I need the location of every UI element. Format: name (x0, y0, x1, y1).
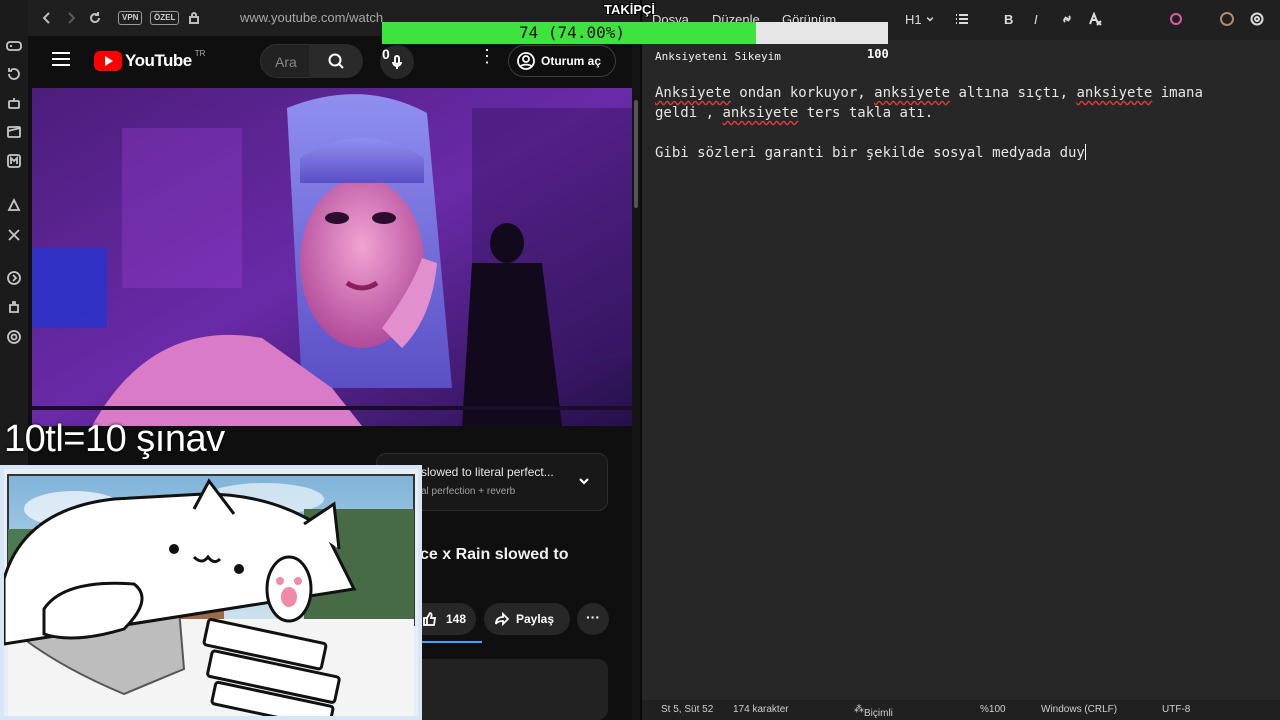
text-run: imana (1152, 85, 1203, 101)
video-player[interactable] (32, 88, 632, 426)
wallet-icon[interactable] (4, 122, 24, 142)
text-caret (1084, 144, 1086, 160)
forward-icon[interactable] (62, 9, 80, 27)
text-run: Gibi sözleri garanti bir şekilde sosyal … (655, 145, 1085, 161)
search-icon (328, 53, 344, 69)
bold-icon[interactable]: B (1004, 10, 1013, 28)
active-indicator (420, 641, 482, 643)
screen: VPN ÖZEL www.youtube.com/watch YouTube T… (0, 0, 1280, 720)
list-icon[interactable] (955, 10, 969, 28)
document-body[interactable]: Anksiyeteni Sikeyim Anksiyete ondan kork… (655, 50, 1255, 163)
mic-overlay-count: 0 (382, 46, 390, 62)
document-line-2: geldi , anksiyete ters takla atı. (655, 103, 1255, 123)
notepad-window: Dosya Düzenle Görünüm H1 B I Anksiyeteni… (642, 0, 1280, 720)
share-button[interactable]: Paylaş (484, 603, 570, 635)
private-badge[interactable]: ÖZEL (150, 11, 180, 25)
more-options-icon[interactable]: ⋮ (478, 47, 496, 65)
text-run: ters takla atı. (798, 105, 934, 121)
clear-format-icon[interactable] (1088, 10, 1102, 28)
more-actions-button[interactable]: ··· (577, 603, 609, 635)
playlist-subtitle: al perfection + reverb (421, 486, 516, 497)
text-run: geldi , (655, 105, 723, 121)
back-icon[interactable] (38, 9, 56, 27)
search-input[interactable]: Ara (275, 54, 297, 70)
region-code: TR (194, 48, 206, 58)
description-card[interactable] (400, 659, 608, 720)
follower-goal-value: 100 (867, 47, 889, 61)
lock-icon (185, 9, 203, 27)
settings-icon[interactable] (4, 327, 24, 347)
italic-icon[interactable]: I (1034, 10, 1038, 28)
account-icon (517, 52, 535, 70)
format-label: Biçimli (864, 708, 893, 719)
editor-statusbar: St 5, Süt 52 174 karakter ⁂ Biçimli %100… (642, 700, 1280, 720)
history-icon[interactable] (4, 64, 24, 84)
playlist-title: slowed to literal perfect... (421, 465, 554, 479)
triangle-app-icon[interactable] (4, 195, 24, 215)
heading-label: H1 (905, 11, 922, 27)
encoding[interactable]: UTF-8 (1162, 704, 1190, 715)
video-frame-illustration (32, 88, 632, 426)
youtube-logo[interactable]: YouTube TR (94, 48, 206, 71)
bongo-cat-illustration (4, 474, 415, 716)
bongo-cat-overlay (0, 465, 422, 720)
signin-button[interactable]: Oturum aç (508, 45, 616, 77)
document-title: Anksiyeteni Sikeyim (655, 50, 781, 63)
like-count: 148 (446, 612, 467, 626)
share-icon (495, 611, 510, 627)
misspelled-word: anksiyete (722, 105, 799, 121)
link-icon[interactable] (1060, 10, 1074, 28)
menu-icon[interactable] (52, 52, 70, 66)
gamepad-icon[interactable] (4, 36, 24, 56)
x-icon[interactable] (4, 225, 24, 245)
mic-icon (392, 55, 402, 69)
misspelled-word: Anksiyete (655, 85, 731, 101)
text-run: ondan korkuyor, (730, 85, 875, 101)
address-bar[interactable]: www.youtube.com/watch (240, 10, 383, 25)
extensions-icon[interactable] (4, 297, 24, 317)
stream-caption: 10tl=10 şınav (4, 418, 225, 460)
signin-label: Oturum aç (541, 54, 602, 68)
follower-progress-label: 74 (74.00%) (519, 23, 625, 42)
document-line-1: Anksiyete ondan korkuyor, anksiyete altı… (655, 83, 1255, 103)
misspelled-word: anksiyete (874, 85, 951, 101)
heading-dropdown[interactable]: H1 (905, 10, 935, 28)
chevron-down-icon[interactable] (577, 474, 589, 486)
share-label: Paylaş (516, 612, 555, 626)
zoom-level[interactable]: %100 (980, 704, 1006, 715)
video-title: ce x Rain slowed to (420, 546, 569, 563)
misspelled-word: anksiyete (1076, 85, 1153, 101)
search-button[interactable] (309, 44, 363, 78)
search-box[interactable]: Ara (260, 44, 363, 78)
thumbs-up-icon (423, 612, 437, 626)
settings-icon[interactable] (1250, 10, 1264, 28)
youtube-wordmark: YouTube (125, 51, 192, 70)
document-line-3: Gibi sözleri garanti bir şekilde sosyal … (655, 143, 1255, 163)
char-count: 174 karakter (733, 704, 789, 715)
format-toggle[interactable]: ⁂ Biçimli (854, 704, 893, 719)
player-icon[interactable] (4, 268, 24, 288)
vpn-badge[interactable]: VPN (118, 11, 143, 25)
cursor-position: St 5, Süt 52 (661, 704, 714, 715)
follower-progress-bar: 74 (74.00%) (382, 22, 888, 44)
youtube-play-icon (94, 51, 122, 71)
line-ending[interactable]: Windows (CRLF) (1041, 704, 1117, 715)
bot-icon[interactable] (4, 93, 24, 113)
copilot-icon[interactable] (1169, 10, 1183, 28)
scrollbar-thumb[interactable] (634, 100, 638, 208)
m-app-icon[interactable] (4, 151, 24, 171)
chevron-down-icon (926, 17, 934, 22)
follower-goal-title: TAKİPÇİ (604, 2, 656, 17)
reload-icon[interactable] (86, 9, 104, 27)
text-run: altına sıçtı, (950, 85, 1077, 101)
page-scrollbar[interactable] (632, 36, 640, 720)
avatar[interactable] (1220, 10, 1234, 28)
